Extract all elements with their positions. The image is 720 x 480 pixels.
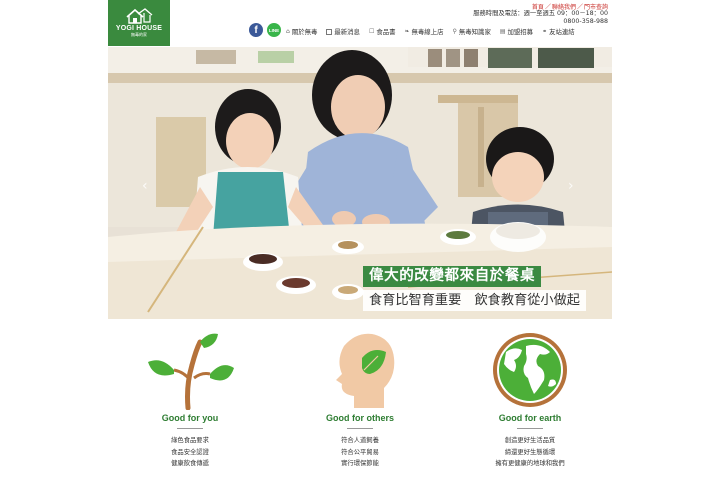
hero-next-arrow[interactable]: › — [568, 178, 574, 194]
feature-good-for-you: Good for you 綠色食品要求 食品安全認證 健康飲食傳遞 — [120, 330, 260, 470]
facebook-icon[interactable]: f — [249, 23, 263, 37]
main-nav: ⌂ 關於無毒 最新消息 ☐ 食品書 ❧ 無毒線上店 ⚲ 無毒知識家 ▤ 加盟招募… — [286, 27, 575, 36]
nav-item-label: 加盟招募 — [507, 28, 534, 36]
feature-title: Good for you — [161, 413, 219, 423]
feature-line: 實行環保節能 — [341, 460, 379, 467]
service-info: 服務時間及電話：週一至週五 09：00－18：00 0800-358-988 — [473, 10, 608, 26]
link-icon: ⚭ — [542, 28, 548, 35]
feature-line: 食品安全認證 — [171, 448, 209, 456]
nav-item-about[interactable]: ⌂ 關於無毒 — [286, 27, 317, 36]
feature-line: 健康飲食傳遞 — [171, 460, 209, 467]
hero-prev-arrow[interactable]: ‹ — [142, 178, 148, 194]
news-icon — [326, 28, 333, 35]
feature-good-for-others: Good for others 符合人道飼養 符合公平貿易 實行環保節能 — [290, 330, 430, 470]
globe-icon — [493, 333, 567, 407]
store-icon: ▤ — [499, 28, 506, 35]
sprout-icon — [148, 333, 234, 410]
feature-title: Good for others — [326, 413, 394, 423]
hero-subline: 食育比智育重要 飲食教育從小做起 — [363, 290, 586, 311]
logo-brand-en: YOGI HOUSE — [115, 25, 163, 32]
divider — [177, 428, 203, 429]
line-icon[interactable]: LINE — [267, 23, 281, 37]
leaf-icon: ❧ — [404, 28, 410, 35]
feature-line: 符合公平貿易 — [341, 448, 379, 456]
logo[interactable]: YOGI HOUSE 無毒的家 — [108, 0, 170, 46]
service-hours: 服務時間及電話：週一至週五 09：00－18：00 — [473, 10, 608, 17]
head-leaf-icon — [336, 333, 395, 408]
nav-item-news[interactable]: 最新消息 — [326, 27, 360, 36]
service-phone: 0800-358-988 — [563, 18, 608, 25]
nav-item-online-store[interactable]: ❧ 無毒線上店 — [405, 27, 444, 36]
nav-item-label: 無毒知識家 — [458, 28, 491, 36]
nav-item-knowledge[interactable]: ⚲ 無毒知識家 — [452, 27, 490, 36]
divider — [517, 428, 543, 429]
feature-line: 符合人道飼養 — [341, 437, 379, 444]
feature-line: 創造更好生活品質 — [504, 437, 556, 444]
nav-item-label: 無毒線上店 — [411, 28, 444, 36]
feature-good-for-earth: Good for earth 創造更好生活品質 締還更好生態循環 擁有更健康的地… — [460, 330, 600, 470]
nav-item-label: 食品書 — [376, 28, 396, 36]
book-icon: ☐ — [368, 28, 375, 35]
feature-line: 擁有更健康的地球和我們 — [495, 460, 565, 467]
house-logo-icon — [126, 8, 153, 24]
nav-item-label: 友站連結 — [549, 28, 575, 36]
logo-brand-zh: 無毒的家 — [131, 32, 147, 37]
nav-item-franchise[interactable]: ▤ 加盟招募 — [500, 27, 533, 36]
feature-line: 締還更好生態循環 — [504, 448, 556, 456]
divider — [347, 428, 373, 429]
hero-headline: 偉大的改變都來自於餐桌 — [363, 266, 542, 287]
nav-item-label: 關於無毒 — [291, 28, 318, 36]
nav-item-book[interactable]: ☐ 食品書 — [369, 27, 396, 36]
hero-banner[interactable]: ‹ › 偉大的改變都來自於餐桌 食育比智育重要 飲食教育從小做起 — [108, 47, 612, 319]
social-links: f LINE — [249, 23, 281, 37]
page: YOGI HOUSE 無毒的家 首頁／聯絡我們／門市查詢 服務時間及電話：週一至… — [0, 0, 720, 480]
nav-item-links[interactable]: ⚭ 友站連結 — [542, 27, 575, 36]
shop-icon: ⚲ — [452, 28, 457, 35]
feature-line: 綠色食品要求 — [171, 437, 209, 444]
feature-title: Good for earth — [498, 413, 562, 423]
house-icon: ⌂ — [286, 28, 290, 35]
nav-item-label: 最新消息 — [334, 28, 360, 36]
